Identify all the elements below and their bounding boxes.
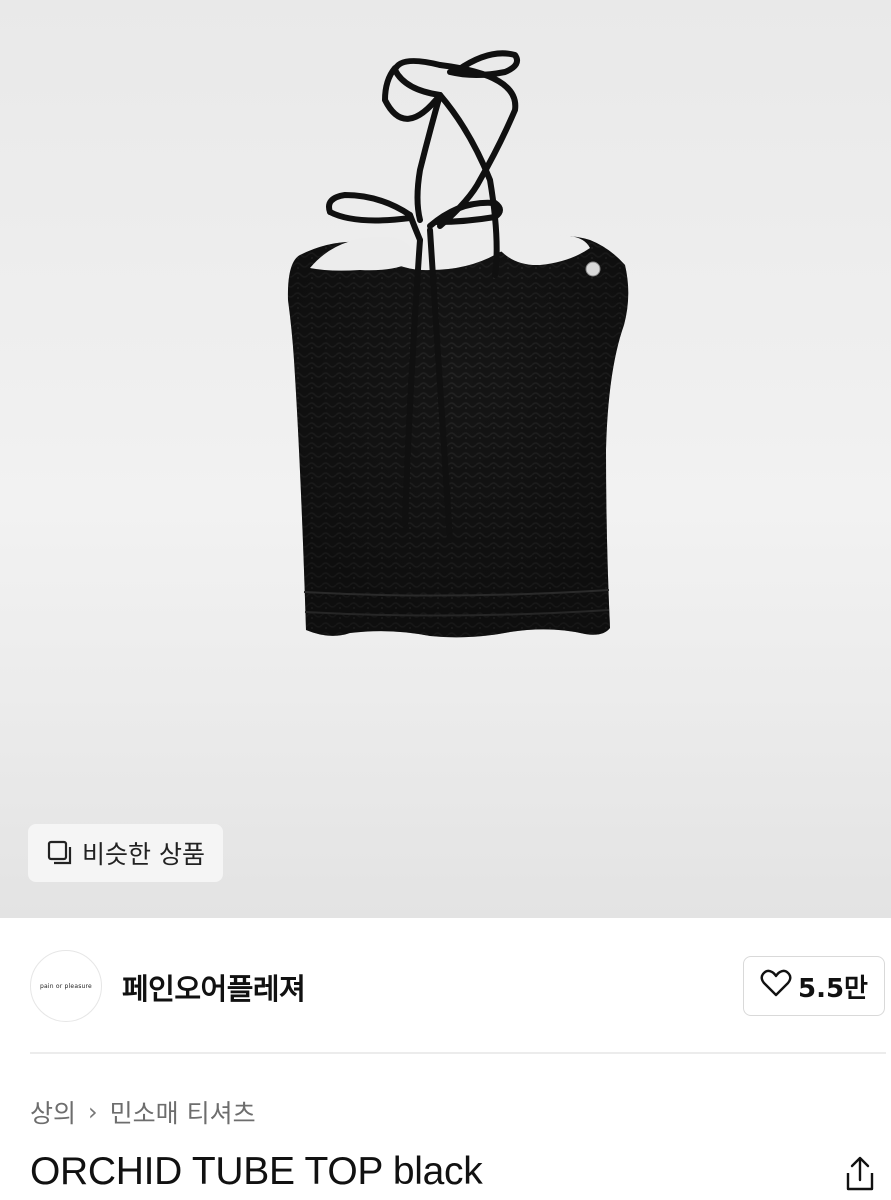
breadcrumb-category[interactable]: 상의 [30,1094,76,1130]
similar-items-icon [46,839,74,867]
avatar-logo-text: pain or pleasure [40,982,92,990]
like-button[interactable]: 5.5만 [743,956,885,1016]
seller-avatar[interactable]: pain or pleasure [30,950,102,1022]
like-count: 5.5만 [798,973,868,1004]
product-image-area[interactable]: 비슷한 상품 [0,0,891,918]
product-image [287,50,629,638]
divider [30,1052,886,1054]
product-detail-page: 비슷한 상품 pain or pleasure 페인오어플레져 5.5만 상의 … [0,0,891,1200]
share-icon[interactable] [843,1156,877,1192]
similar-products-label: 비슷한 상품 [82,840,205,869]
product-title: ORCHID TUBE TOP black [30,1150,483,1193]
heart-icon [760,969,792,1004]
seller-row: pain or pleasure 페인오어플레져 5.5만 [0,918,891,1054]
seller-name[interactable]: 페인오어플레져 [122,966,306,1008]
breadcrumb-subcategory[interactable]: 민소매 티셔츠 [110,1094,256,1130]
similar-products-button[interactable]: 비슷한 상품 [28,824,223,882]
chevron-right-icon: › [88,1098,98,1126]
breadcrumb: 상의 › 민소매 티셔츠 [30,1094,256,1130]
